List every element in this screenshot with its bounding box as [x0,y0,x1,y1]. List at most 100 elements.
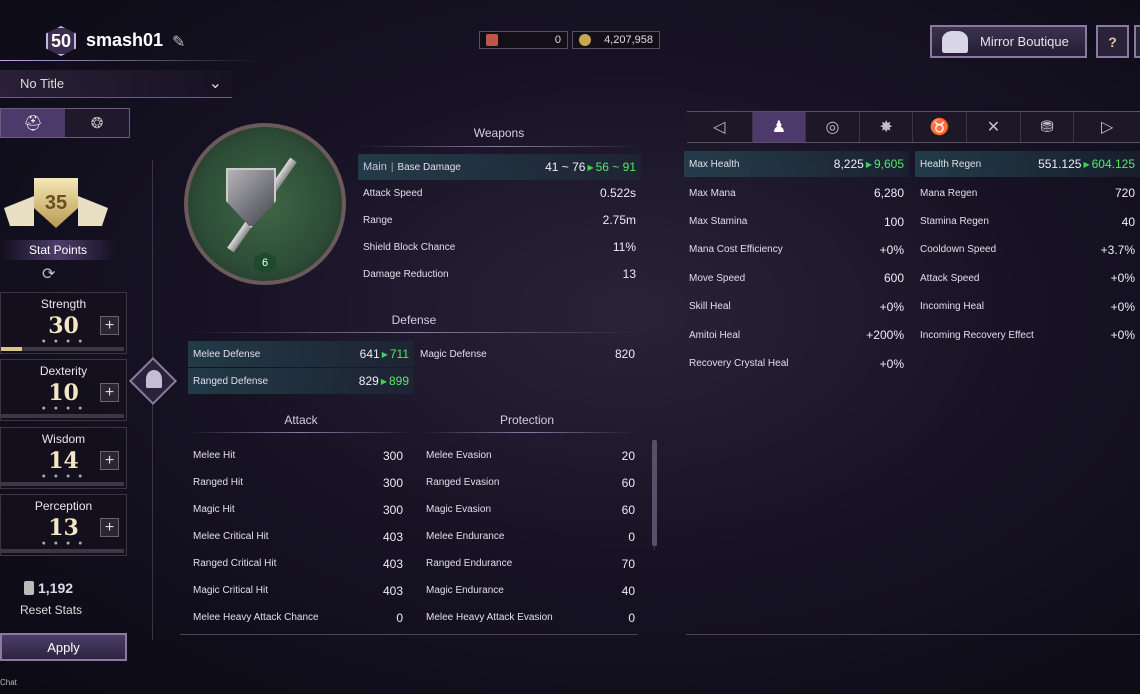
mirror-boutique-button[interactable]: Mirror Boutique [930,25,1087,58]
stat-row: Cooldown Speed +3.7% [915,236,1140,264]
stat-dots: ● ● ● ● [41,540,86,547]
stat-perception: Perception 13 ● ● ● ● + [0,494,127,556]
row-label: Incoming Heal [920,301,984,313]
row-value: 720 [1114,186,1135,201]
chevron-left-icon: ◁ [713,119,726,136]
row-value: +0% [1110,328,1135,343]
row-label: Mana Cost Efficiency [689,244,783,256]
tab-scroll-left[interactable]: ◁ [687,112,753,142]
row-label: Move Speed [689,272,746,284]
row-value: +0% [879,356,904,371]
row-label: Base Damage [397,161,461,173]
apply-button[interactable]: Apply [0,633,127,661]
row-label: Melee Critical Hit [193,531,269,542]
row-label: Cooldown Speed [920,244,997,256]
chat-label[interactable]: Chat [0,678,17,687]
helmet-icon: ⛑ [23,115,43,132]
tab-burst[interactable]: ✸ [859,112,914,142]
increase-perception-button[interactable]: + [100,518,119,537]
chevron-down-icon: ⌄ [208,75,222,92]
row-value: +0% [1110,299,1135,314]
tab-crossed-swords[interactable]: ✕ [967,112,1021,142]
stat-row: Amitoi Heal +200% [684,321,909,349]
stat-row: Skill Heal +0% [684,293,909,321]
protection-header: Protection [499,413,555,427]
stat-row: Range 2.75m [358,208,641,232]
row-label: Mana Regen [920,187,978,199]
row-value: +3.7% [1100,242,1135,257]
row-label: Ranged Hit [193,477,244,488]
stat-row: Attack Speed 0.522s [358,181,641,205]
mirror-icon [942,30,968,53]
vortex-icon: ◎ [825,119,840,136]
stats-category-tabs: ◁ ♟ ◎ ✸ ♉ ✕ ⛃ ▷ [687,111,1140,143]
stat-row: Health Regen 551.125 ▶ 604.125 [915,151,1140,177]
row-value: 300 [382,502,403,517]
increase-wisdom-button[interactable]: + [100,451,119,470]
row-value: 20 [621,448,635,463]
row-label: Max Mana [689,187,736,199]
stat-row: Move Speed 600 [684,264,909,292]
stat-row: Damage Reduction 13 [358,262,641,286]
melee-defense-row: Melee Defense 641 ▶ 711 [188,341,414,367]
row-value: 600 [883,271,904,286]
separator: | [390,161,394,173]
scrollbar[interactable] [652,440,657,546]
currency-value: 0 [554,34,561,46]
stat-progress-bar [1,482,124,486]
person-icon [146,370,162,388]
menu-button[interactable] [1134,25,1140,58]
row-value: 0.522s [599,186,636,200]
help-button[interactable]: ? [1096,25,1129,58]
row-label: Magic Critical Hit [193,585,269,596]
weapons-header: Weapons [473,126,525,140]
row-label: Shield Block Chance [363,241,456,253]
edit-name-icon[interactable]: ✎ [172,32,185,52]
tab-vortex[interactable]: ◎ [806,112,860,142]
row-value: +0% [879,299,904,314]
stat-dexterity: Dexterity 10 ● ● ● ● + [0,359,127,421]
gold-coin-icon [579,34,591,46]
tab-general[interactable]: ♟ [752,112,807,142]
row-value-new: 56 ~ 91 [595,160,636,174]
attack-list: Melee Hit 300 Ranged Hit 300 Magic Hit 300 … [188,442,408,631]
tab-skills[interactable]: ❂ [65,109,129,137]
currency-gold: 4,207,958 [572,31,660,49]
row-label: Damage Reduction [363,268,449,280]
row-label: Magic Defense [420,348,487,360]
reset-stats-button[interactable]: Reset Stats [0,603,120,617]
right-bottom-divider [686,634,1140,635]
row-label: Incoming Recovery Effect [920,329,1034,341]
tab-character-stats[interactable]: ⛑ [1,109,65,137]
title-dropdown[interactable]: No Title ⌄ [0,70,232,98]
chevron-right-icon: ▷ [1101,119,1114,136]
tab-demon[interactable]: ♉ [913,112,968,142]
row-label: Melee Heavy Attack Evasion [426,612,553,623]
wing-icon [4,196,34,226]
tab-scroll-right[interactable]: ▷ [1074,112,1140,142]
reset-cost: 1,192 [38,580,74,596]
stat-progress-bar [1,347,124,351]
refresh-icon[interactable]: ⟳ [42,264,55,284]
row-label: Skill Heal [689,301,731,313]
tab-coins[interactable]: ⛃ [1020,112,1075,142]
row-label: Ranged Critical Hit [193,558,277,569]
row-value-old: 641 [359,347,380,361]
row-value: 60 [621,475,635,490]
increase-dexterity-button[interactable]: + [100,383,119,402]
row-value-new: 9,605 [873,157,904,171]
stat-wisdom: Wisdom 14 ● ● ● ● + [0,427,127,489]
stat-row: Mana Regen 720 [915,179,1140,207]
stat-dots: ● ● ● ● [41,405,86,412]
row-value: 403 [382,529,403,544]
currency-value: 4,207,958 [604,34,653,46]
demon-icon: ♉ [929,119,950,136]
list-bottom-divider [180,634,638,635]
increase-strength-button[interactable]: + [100,316,119,335]
increase-arrow-icon: ▶ [587,162,594,172]
stat-row: Stamina Regen 40 [915,207,1140,235]
stat-row: Melee Endurance 0 [421,523,640,550]
row-value: 0 [396,610,403,625]
header-divider [0,60,260,61]
stat-row: Incoming Heal +0% [915,293,1140,321]
